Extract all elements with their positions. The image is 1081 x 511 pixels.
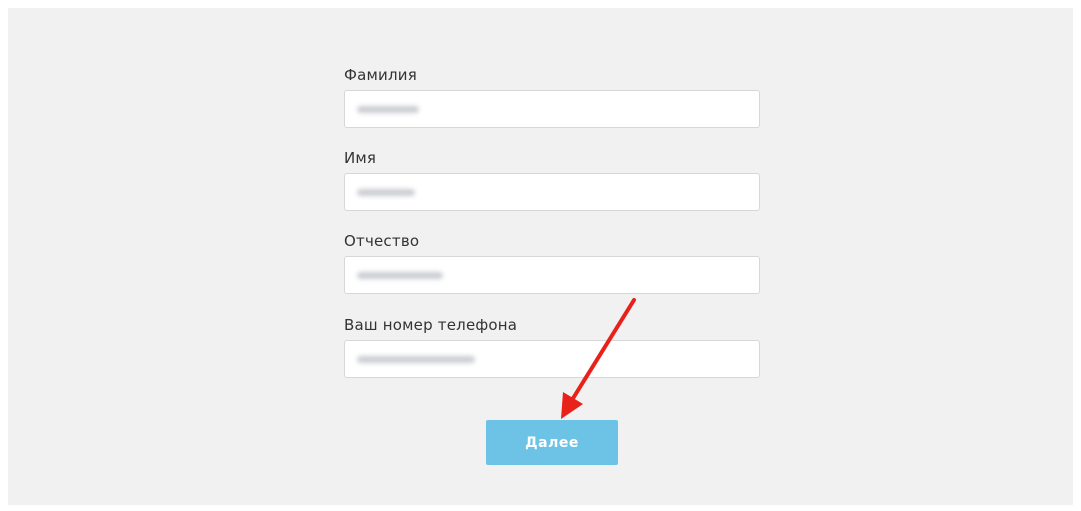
next-button[interactable]: Далее [486, 420, 618, 465]
blurred-value [357, 272, 443, 279]
blurred-value [357, 189, 415, 196]
first-name-label: Имя [344, 149, 377, 167]
patronymic-field[interactable] [344, 256, 760, 294]
last-name-field[interactable] [344, 90, 760, 128]
blurred-value [357, 356, 475, 363]
patronymic-label: Отчество [344, 232, 420, 250]
first-name-field[interactable] [344, 173, 760, 211]
last-name-label: Фамилия [344, 66, 417, 84]
blurred-value [357, 106, 419, 113]
phone-field[interactable] [344, 340, 760, 378]
phone-label: Ваш номер телефона [344, 316, 518, 334]
